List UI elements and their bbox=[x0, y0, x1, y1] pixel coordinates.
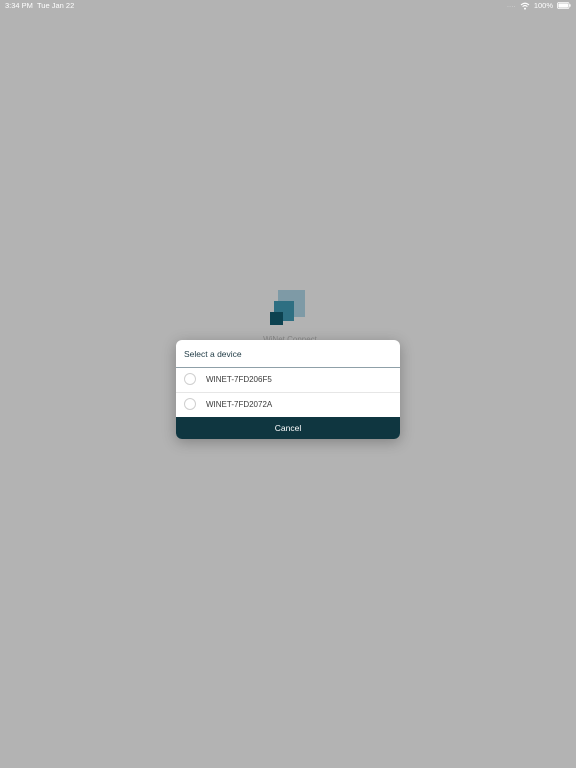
device-option[interactable]: WINET-7FD206F5 bbox=[176, 368, 400, 392]
status-time: 3:34 PM bbox=[5, 1, 33, 10]
battery-percent: 100% bbox=[533, 1, 553, 10]
device-label: WINET-7FD206F5 bbox=[206, 375, 272, 384]
status-bar: 3:34 PM Tue Jan 22 .... 100% bbox=[0, 0, 576, 12]
device-option[interactable]: WINET-7FD2072A bbox=[176, 392, 400, 417]
cancel-button[interactable]: Cancel bbox=[176, 417, 400, 439]
radio-button-icon[interactable] bbox=[184, 398, 196, 410]
device-label: WINET-7FD2072A bbox=[206, 400, 273, 409]
wifi-icon bbox=[520, 2, 530, 10]
battery-icon bbox=[557, 2, 571, 9]
select-device-dialog: Select a device WINET-7FD206F5 WINET-7FD… bbox=[176, 340, 400, 439]
app-logo-icon bbox=[270, 290, 306, 326]
status-date: Tue Jan 22 bbox=[37, 1, 75, 10]
dialog-title: Select a device bbox=[184, 349, 242, 359]
radio-button-icon[interactable] bbox=[184, 373, 196, 385]
status-indicators: .... 100% bbox=[507, 1, 571, 10]
signal-dots: .... bbox=[507, 2, 516, 9]
